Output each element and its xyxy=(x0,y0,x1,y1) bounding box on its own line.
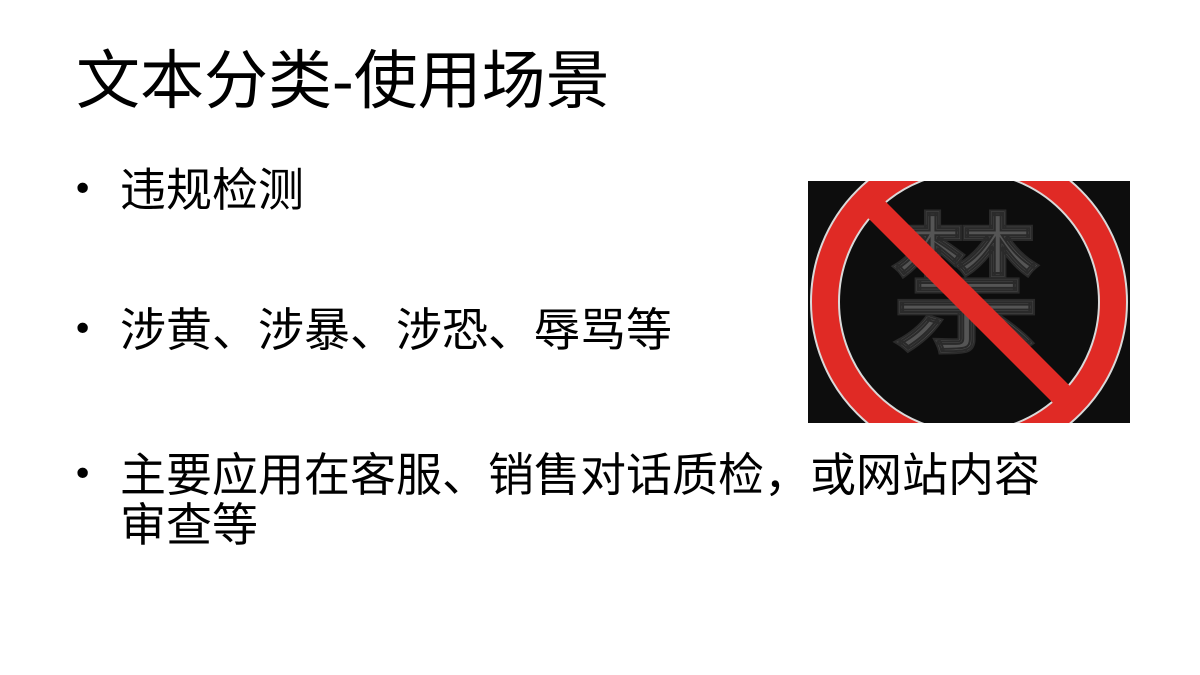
bullet-item: • 涉黄、涉暴、涉恐、辱骂等 xyxy=(72,305,672,355)
bullet-item: • 主要应用在客服、销售对话质检，或网站内容审查等 xyxy=(72,450,1092,550)
prohibited-sign-icon: 禁 xyxy=(808,143,1130,461)
bullet-text: 违规检测 xyxy=(120,163,304,217)
bullet-dot: • xyxy=(72,169,94,210)
bullet-text: 主要应用在客服、销售对话质检，或网站内容审查等 xyxy=(120,448,1040,552)
prohibited-sign-image: 禁 xyxy=(808,143,1130,461)
slide-title: 文本分类-使用场景 xyxy=(76,45,610,119)
bullet-dot: • xyxy=(72,309,94,350)
bullet-item: • 违规检测 xyxy=(72,165,304,215)
bullet-dot: • xyxy=(72,454,94,495)
bullet-text: 涉黄、涉暴、涉恐、辱骂等 xyxy=(120,303,672,357)
